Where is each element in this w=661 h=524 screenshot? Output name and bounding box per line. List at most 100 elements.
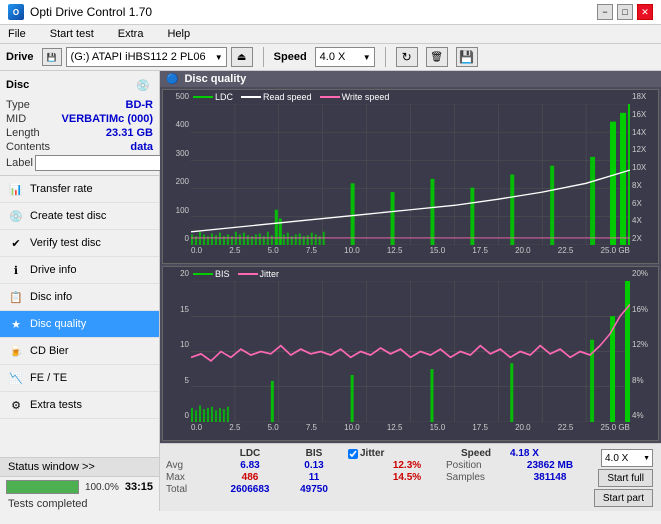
disc-contents-row: Contents data (6, 141, 153, 153)
total-bis: 49750 (284, 484, 344, 495)
disc-header: Disc 💿 (6, 75, 153, 95)
start-part-button[interactable]: Start part (594, 489, 653, 507)
content-area: 🔵 Disc quality LDC Read speed (160, 71, 661, 511)
legend-ldc: LDC (193, 92, 233, 102)
disc-eject-icon[interactable]: 💿 (133, 75, 153, 95)
avg-jitter: 12.3% (372, 460, 442, 471)
disc-label-row: Label ✏ (6, 155, 153, 171)
bottom-chart-plot (191, 281, 630, 422)
total-ldc: 2606683 (220, 484, 280, 495)
menu-file[interactable]: File (4, 27, 30, 41)
top-chart-y-left: 500 400 300 200 100 0 (163, 90, 191, 243)
toolbar-separator-1 (263, 47, 264, 67)
bottom-chart-svg (191, 281, 630, 422)
avg-label: Avg (166, 460, 216, 471)
jitter-header-label: Jitter (360, 448, 384, 459)
legend-bis: BIS (193, 269, 230, 279)
disc-type-value: BD-R (126, 99, 154, 111)
disc-mid-row: MID VERBATIMc (000) (6, 113, 153, 125)
eject-button[interactable]: ⏏ (231, 47, 253, 67)
jitter-color (238, 273, 258, 275)
sidebar-label-transfer-rate: Transfer rate (30, 183, 93, 195)
avg-ldc: 6.83 (220, 460, 280, 471)
samples-value: 381148 (510, 472, 590, 483)
save-button[interactable]: 💾 (456, 47, 478, 67)
sidebar-item-disc-info[interactable]: 📋 Disc info (0, 284, 159, 311)
bis-color (193, 273, 213, 275)
erase-button[interactable]: 🗑 (426, 47, 448, 67)
menu-extra[interactable]: Extra (114, 27, 148, 41)
max-bis: 11 (284, 472, 344, 483)
sidebar-item-drive-info[interactable]: ℹ Drive info (0, 257, 159, 284)
drive-label: Drive (6, 51, 34, 63)
sidebar-icon-extra-tests: ⚙ (8, 397, 24, 413)
drive-select-group: 💾 (G:) ATAPI iHBS112 2 PL06 ⏏ (42, 47, 253, 67)
app-title: Opti Drive Control 1.70 (30, 5, 152, 19)
disc-mid-value: VERBATIMc (000) (62, 113, 153, 125)
bottom-chart-x-axis: 0.0 2.5 5.0 7.5 10.0 12.5 15.0 17.5 20.0… (191, 422, 630, 440)
legend-jitter: Jitter (238, 269, 280, 279)
legend-read-speed-label: Read speed (263, 92, 312, 102)
bottom-chart: BIS Jitter 20 15 10 5 0 20% (162, 266, 659, 441)
sidebar-menu: 📊 Transfer rate 💿 Create test disc ✔ Ver… (0, 176, 159, 457)
max-jitter: 14.5% (372, 472, 442, 483)
sidebar-item-transfer-rate[interactable]: 📊 Transfer rate (0, 176, 159, 203)
disc-mid-label: MID (6, 113, 26, 125)
sidebar-item-fe-te[interactable]: 📉 FE / TE (0, 365, 159, 392)
menu-help[interactable]: Help (163, 27, 194, 41)
legend-bis-label: BIS (215, 269, 230, 279)
sidebar-icon-verify-test-disc: ✔ (8, 235, 24, 251)
disc-type-row: Type BD-R (6, 99, 153, 111)
minimize-button[interactable]: − (597, 4, 613, 20)
top-chart-x-axis: 0.0 2.5 5.0 7.5 10.0 12.5 15.0 17.5 20.0… (191, 245, 630, 263)
sidebar-label-create-test-disc: Create test disc (30, 210, 106, 222)
status-bar: Status window >> 100.0% 33:15 Tests comp… (0, 457, 159, 511)
legend-ldc-label: LDC (215, 92, 233, 102)
status-message: Tests completed (0, 497, 159, 511)
position-label: Position (446, 460, 506, 471)
window-controls[interactable]: − □ ✕ (597, 4, 653, 20)
disc-contents-label: Contents (6, 141, 50, 153)
disc-label-input[interactable] (35, 155, 173, 171)
samples-label: Samples (446, 472, 506, 483)
bottom-chart-y-left: 20 15 10 5 0 (163, 267, 191, 420)
stats-area: LDC BIS Jitter Speed 4.18 X Avg 6.83 0.1… (160, 443, 661, 511)
drive-icon: 💾 (42, 48, 62, 66)
titlebar-left: O Opti Drive Control 1.70 (8, 4, 152, 20)
top-chart: LDC Read speed Write speed 500 400 300 (162, 89, 659, 264)
disc-quality-header: 🔵 Disc quality (160, 71, 661, 87)
close-button[interactable]: ✕ (637, 4, 653, 20)
speed-dropdown[interactable]: 4.0 X (315, 47, 375, 67)
speed-button-group: 4.0 X Start full Start part (594, 449, 653, 507)
top-chart-legend: LDC Read speed Write speed (193, 92, 389, 102)
drive-dropdown[interactable]: (G:) ATAPI iHBS112 2 PL06 (66, 47, 227, 67)
start-full-button[interactable]: Start full (598, 469, 653, 487)
menu-start-test[interactable]: Start test (46, 27, 98, 41)
sidebar-item-verify-test-disc[interactable]: ✔ Verify test disc (0, 230, 159, 257)
progress-bar-fill (7, 481, 78, 493)
jitter-checkbox[interactable] (348, 449, 358, 459)
sidebar-item-create-test-disc[interactable]: 💿 Create test disc (0, 203, 159, 230)
position-value: 23862 MB (510, 460, 590, 471)
toolbar-separator-2 (385, 47, 386, 67)
stats-speed-dropdown[interactable]: 4.0 X (601, 449, 653, 467)
max-label: Max (166, 472, 216, 483)
sidebar-item-disc-quality[interactable]: ★ Disc quality (0, 311, 159, 338)
status-window-button[interactable]: Status window >> (0, 458, 159, 477)
sidebar: Disc 💿 Type BD-R MID VERBATIMc (000) Len… (0, 71, 160, 511)
write-speed-color (320, 96, 340, 98)
status-time: 33:15 (125, 481, 153, 493)
jitter-checkbox-cell[interactable]: Jitter (348, 448, 442, 459)
sidebar-item-cd-bier[interactable]: 🍺 CD Bier (0, 338, 159, 365)
speed-dropdown-row: 4.0 X (601, 449, 653, 467)
maximize-button[interactable]: □ (617, 4, 633, 20)
sidebar-label-disc-quality: Disc quality (30, 318, 86, 330)
disc-quality-title: Disc quality (184, 73, 246, 85)
disc-quality-icon: 🔵 (166, 74, 178, 85)
refresh-button[interactable]: ↻ (396, 47, 418, 67)
sidebar-item-extra-tests[interactable]: ⚙ Extra tests (0, 392, 159, 419)
stats-ldc-header: LDC (220, 448, 280, 459)
legend-write-speed-label: Write speed (342, 92, 390, 102)
disc-contents-value: data (130, 141, 153, 153)
sidebar-label-verify-test-disc: Verify test disc (30, 237, 101, 249)
